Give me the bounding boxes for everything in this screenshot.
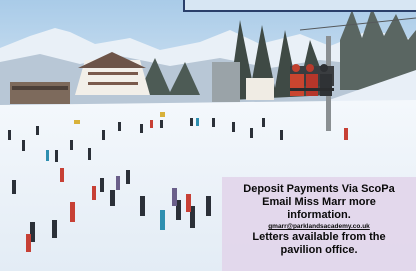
deposit-line: Deposit Payments Via ScoPa xyxy=(243,183,395,195)
deposit-info-panel: Deposit Payments Via ScoPa Email Miss Ma… xyxy=(222,177,416,271)
email-link[interactable]: gmarr@parklandsacademy.co.uk xyxy=(222,222,416,231)
pavilion-line: pavilion office. xyxy=(280,244,358,256)
information-line: information. xyxy=(287,209,351,221)
top-banner-box xyxy=(183,0,416,12)
email-instruction-line: Email Miss Marr more xyxy=(262,196,376,208)
letters-line: Letters available from the xyxy=(252,231,386,243)
